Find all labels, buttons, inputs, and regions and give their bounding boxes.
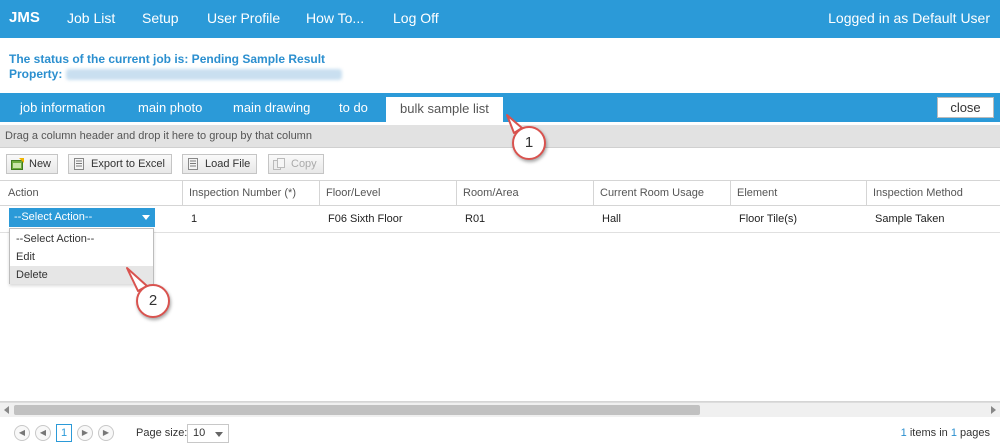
column-header-inspection-number[interactable]: Inspection Number (*) <box>182 181 319 205</box>
page-size-chevron-icon <box>215 432 223 437</box>
tab-to-do[interactable]: to do <box>339 93 368 122</box>
load-file-label: Load File <box>205 158 251 170</box>
app-window: JMS Job List Setup User Profile How To..… <box>0 0 1000 446</box>
export-excel-button[interactable]: Export to Excel <box>68 154 172 174</box>
page-number-current[interactable]: 1 <box>56 424 72 442</box>
column-header-inspection-method[interactable]: Inspection Method <box>866 181 1000 205</box>
pager-items-text: items in <box>909 427 948 439</box>
previous-page-icon[interactable]: ◀ <box>35 425 51 441</box>
page-size-label: Page size: <box>136 427 188 439</box>
grid-pager: ◀ ◀ 1 ▶ ▶ Page size: 10 1 items in 1 pag… <box>0 420 1000 446</box>
job-status-text: The status of the current job is: Pendin… <box>9 52 326 66</box>
cell-room-area: R01 <box>465 213 486 225</box>
action-option-delete[interactable]: Delete <box>10 266 153 284</box>
job-status: The status of the current job is: Pendin… <box>9 52 343 82</box>
property-value-redacted <box>66 69 343 81</box>
new-record-icon <box>11 158 24 170</box>
cell-current-room-usage: Hall <box>602 213 621 225</box>
column-header-action[interactable]: Action <box>0 181 182 205</box>
last-page-icon[interactable]: ▶ <box>98 425 114 441</box>
excel-icon <box>74 158 84 170</box>
next-page-icon[interactable]: ▶ <box>77 425 93 441</box>
new-button-label: New <box>29 158 52 170</box>
column-header-element[interactable]: Element <box>730 181 866 205</box>
cell-floor-level: F06 Sixth Floor <box>328 213 403 225</box>
page-size-value: 10 <box>193 427 206 439</box>
copy-icon <box>273 158 285 170</box>
first-page-icon[interactable]: ◀ <box>14 425 30 441</box>
top-navbar: JMS Job List Setup User Profile How To..… <box>0 0 1000 38</box>
close-button[interactable]: close <box>937 97 994 118</box>
callout-marker-2: 2 <box>136 284 170 318</box>
page-size-select[interactable]: 10 <box>187 424 229 443</box>
action-option-edit[interactable]: Edit <box>10 248 153 266</box>
tab-bar: job information main photo main drawing … <box>0 93 1000 122</box>
load-file-button[interactable]: Load File <box>182 154 258 174</box>
action-select[interactable]: --Select Action-- <box>9 208 155 227</box>
cell-element: Floor Tile(s) <box>739 213 798 225</box>
group-drop-area[interactable]: Drag a column header and drop it here to… <box>0 125 1000 148</box>
nav-setup[interactable]: Setup <box>142 10 179 26</box>
copy-button[interactable]: Copy <box>268 154 324 174</box>
scrollbar-thumb[interactable] <box>14 405 700 415</box>
pager-info: 1 items in 1 pages <box>901 427 990 439</box>
column-header-current-room-usage[interactable]: Current Room Usage <box>593 181 730 205</box>
tab-job-information[interactable]: job information <box>20 93 105 122</box>
logged-in-user: Logged in as Default User <box>828 10 990 26</box>
pager-pages-count: 1 <box>950 427 957 439</box>
pager-items-count: 1 <box>900 427 907 439</box>
callout-marker-1: 1 <box>512 126 546 160</box>
action-option-select[interactable]: --Select Action-- <box>10 230 153 248</box>
property-label: Property: <box>9 67 63 81</box>
scroll-right-icon[interactable] <box>991 406 996 414</box>
action-dropdown-list: --Select Action-- Edit Delete <box>9 228 154 284</box>
horizontal-scrollbar[interactable] <box>0 402 1000 417</box>
column-header-floor-level[interactable]: Floor/Level <box>319 181 456 205</box>
property-line: Property: <box>9 67 343 82</box>
cell-inspection-number: 1 <box>191 213 198 225</box>
tab-main-drawing[interactable]: main drawing <box>233 93 310 122</box>
tab-main-photo[interactable]: main photo <box>138 93 202 122</box>
nav-log-off[interactable]: Log Off <box>393 10 439 26</box>
file-icon <box>188 158 198 170</box>
scroll-left-icon[interactable] <box>4 406 9 414</box>
export-excel-label: Export to Excel <box>91 158 165 170</box>
brand-logo[interactable]: JMS <box>9 9 40 26</box>
pager-pages-text: pages <box>960 427 990 439</box>
nav-how-to[interactable]: How To... <box>306 10 364 26</box>
column-header-room-area[interactable]: Room/Area <box>456 181 593 205</box>
tab-bulk-sample-list[interactable]: bulk sample list <box>386 97 503 122</box>
grid-toolbar: New Export to Excel Load File Copy <box>0 150 1000 178</box>
action-select-value: --Select Action-- <box>14 211 93 223</box>
cell-inspection-method: Sample Taken <box>875 213 945 225</box>
nav-job-list[interactable]: Job List <box>67 10 115 26</box>
nav-user-profile[interactable]: User Profile <box>207 10 280 26</box>
new-button[interactable]: New <box>6 154 59 174</box>
copy-button-label: Copy <box>291 158 317 170</box>
chevron-down-icon <box>142 215 150 220</box>
